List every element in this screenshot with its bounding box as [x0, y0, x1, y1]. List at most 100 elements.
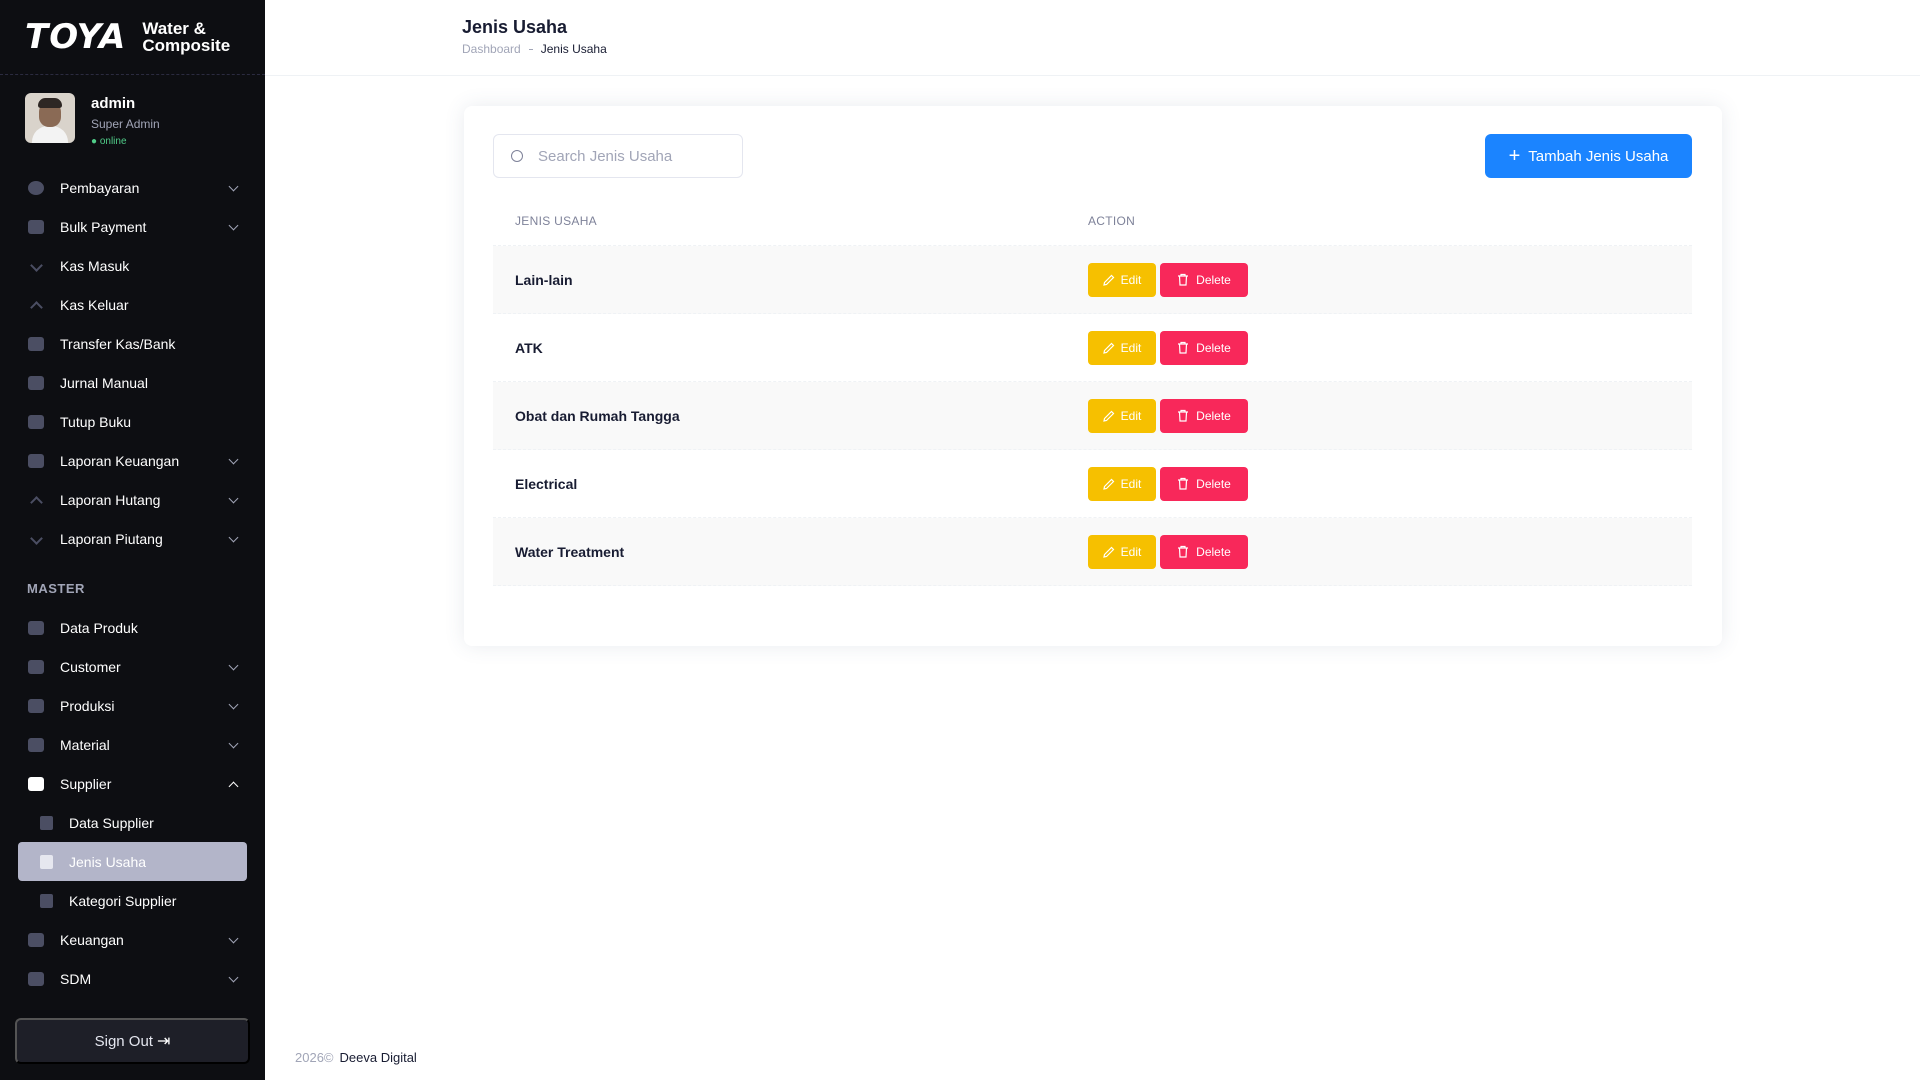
- edit-button[interactable]: Edit: [1088, 330, 1156, 365]
- row-name: Obat dan Rumah Tangga: [515, 407, 680, 424]
- edit-button[interactable]: Edit: [1088, 262, 1156, 297]
- row-name: Electrical: [515, 475, 578, 492]
- sidebar-item-material[interactable]: Material: [0, 725, 265, 764]
- chevron-down-icon: [228, 699, 239, 710]
- file-icon: [40, 815, 53, 830]
- edit-button[interactable]: Edit: [1088, 398, 1156, 433]
- chevron-down-icon: [228, 532, 239, 543]
- plus-icon: +: [1508, 144, 1521, 167]
- sidebar-subitem-kategori-supplier[interactable]: Kategori Supplier: [0, 881, 265, 920]
- sign-out-icon: ⇥: [156, 1033, 171, 1050]
- chevron-down-icon: [228, 738, 239, 749]
- sidebar-item-data-produk[interactable]: Data Produk: [0, 608, 265, 647]
- delete-button[interactable]: Delete: [1160, 466, 1248, 501]
- sidebar-item-sdm[interactable]: SDM: [0, 959, 265, 998]
- bulk-payment-icon: [28, 219, 44, 234]
- page-title: Jenis Usaha: [462, 17, 568, 37]
- sidebar-item-keuangan[interactable]: Keuangan: [0, 920, 265, 959]
- chevron-up-icon: [228, 781, 239, 792]
- user-role: Super Admin: [91, 117, 160, 131]
- brand-subtitle: Water & Composite: [142, 19, 231, 55]
- chevron-down-icon: [228, 220, 239, 231]
- sidebar-menu: Pembayaran Bulk Payment Kas Masuk Kas Ke…: [0, 168, 265, 998]
- table-row: Water Treatment Edit Delete: [493, 518, 1692, 586]
- chart-icon: [28, 453, 44, 468]
- row-name: Water Treatment: [515, 543, 625, 560]
- arrow-up-icon: [30, 301, 43, 314]
- sidebar-item-customer[interactable]: Customer: [0, 647, 265, 686]
- user-name: admin: [91, 95, 136, 112]
- table-row: Electrical Edit Delete: [493, 450, 1692, 518]
- arrow-up-icon: [30, 496, 43, 509]
- pencil-icon: [1102, 478, 1115, 490]
- breadcrumb: Dashboard Jenis Usaha: [462, 42, 607, 56]
- arrow-down-icon: [30, 532, 43, 545]
- table-row: ATK Edit Delete: [493, 314, 1692, 382]
- file-icon: [40, 893, 53, 908]
- breadcrumb-separator: [528, 48, 533, 50]
- column-header-action: ACTION: [1088, 213, 1136, 228]
- chevron-down-icon: [228, 972, 239, 983]
- delete-button[interactable]: Delete: [1160, 262, 1248, 297]
- section-title-master: MASTER: [27, 581, 85, 596]
- sidebar-item-laporan-keuangan[interactable]: Laporan Keuangan: [0, 441, 265, 480]
- column-header-jenis-usaha: JENIS USAHA: [515, 213, 597, 228]
- box-icon: [28, 776, 44, 791]
- sidebar-subitem-jenis-usaha[interactable]: Jenis Usaha: [18, 842, 247, 881]
- chevron-down-icon: [228, 454, 239, 465]
- delete-button[interactable]: Delete: [1160, 398, 1248, 433]
- table-header: JENIS USAHA ACTION: [493, 196, 1692, 246]
- payment-icon: [28, 180, 44, 195]
- chevron-down-icon: [228, 181, 239, 192]
- trash-icon: [1178, 477, 1189, 490]
- box-icon: [28, 659, 44, 674]
- sidebar-item-laporan-hutang[interactable]: Laporan Hutang: [0, 480, 265, 519]
- user-status: ● online: [91, 136, 127, 147]
- edit-button[interactable]: Edit: [1088, 466, 1156, 501]
- breadcrumb-dashboard[interactable]: Dashboard: [462, 42, 521, 56]
- search-input[interactable]: [538, 147, 728, 165]
- trash-icon: [1178, 273, 1189, 286]
- journal-icon: [28, 375, 44, 390]
- sidebar: TOYA Water & Composite admin Super Admin…: [0, 0, 265, 1080]
- sidebar-item-kas-keluar[interactable]: Kas Keluar: [0, 285, 265, 324]
- row-name: ATK: [515, 339, 543, 356]
- sidebar-item-produksi[interactable]: Produksi: [0, 686, 265, 725]
- box-icon: [28, 932, 44, 947]
- file-icon: [40, 854, 53, 869]
- sign-out-button[interactable]: Sign Out ⇥: [15, 1018, 250, 1064]
- sidebar-item-supplier[interactable]: Supplier: [0, 764, 265, 803]
- sidebar-item-tutup-buku[interactable]: Tutup Buku: [0, 402, 265, 441]
- trash-icon: [1178, 545, 1189, 558]
- add-jenis-usaha-button[interactable]: + Tambah Jenis Usaha: [1485, 134, 1692, 178]
- brand[interactable]: TOYA Water & Composite: [0, 0, 265, 75]
- book-icon: [28, 414, 44, 429]
- footer-company-link[interactable]: Deeva Digital: [340, 1050, 417, 1065]
- footer-year: 2026©: [295, 1050, 334, 1065]
- search-box[interactable]: [493, 134, 743, 178]
- table-row: Lain-lain Edit Delete: [493, 246, 1692, 314]
- jenis-usaha-card: + Tambah Jenis Usaha JENIS USAHA ACTION …: [464, 106, 1722, 646]
- sidebar-item-laporan-piutang[interactable]: Laporan Piutang: [0, 519, 265, 558]
- sidebar-item-bulk-payment[interactable]: Bulk Payment: [0, 207, 265, 246]
- box-icon: [28, 737, 44, 752]
- sidebar-item-kas-masuk[interactable]: Kas Masuk: [0, 246, 265, 285]
- row-name: Lain-lain: [515, 271, 573, 288]
- box-icon: [28, 971, 44, 986]
- sidebar-item-jurnal-manual[interactable]: Jurnal Manual: [0, 363, 265, 402]
- avatar[interactable]: [25, 93, 75, 143]
- pencil-icon: [1102, 410, 1115, 422]
- table-row: Obat dan Rumah Tangga Edit Delete: [493, 382, 1692, 450]
- sidebar-item-transfer[interactable]: Transfer Kas/Bank: [0, 324, 265, 363]
- delete-button[interactable]: Delete: [1160, 534, 1248, 569]
- sidebar-item-pembayaran[interactable]: Pembayaran: [0, 168, 265, 207]
- search-icon: [511, 150, 523, 162]
- brand-logo: TOYA: [25, 17, 127, 57]
- transfer-icon: [28, 336, 44, 351]
- delete-button[interactable]: Delete: [1160, 330, 1248, 365]
- sidebar-subitem-data-supplier[interactable]: Data Supplier: [0, 803, 265, 842]
- edit-button[interactable]: Edit: [1088, 534, 1156, 569]
- trash-icon: [1178, 409, 1189, 422]
- pencil-icon: [1102, 546, 1115, 558]
- trash-icon: [1178, 341, 1189, 354]
